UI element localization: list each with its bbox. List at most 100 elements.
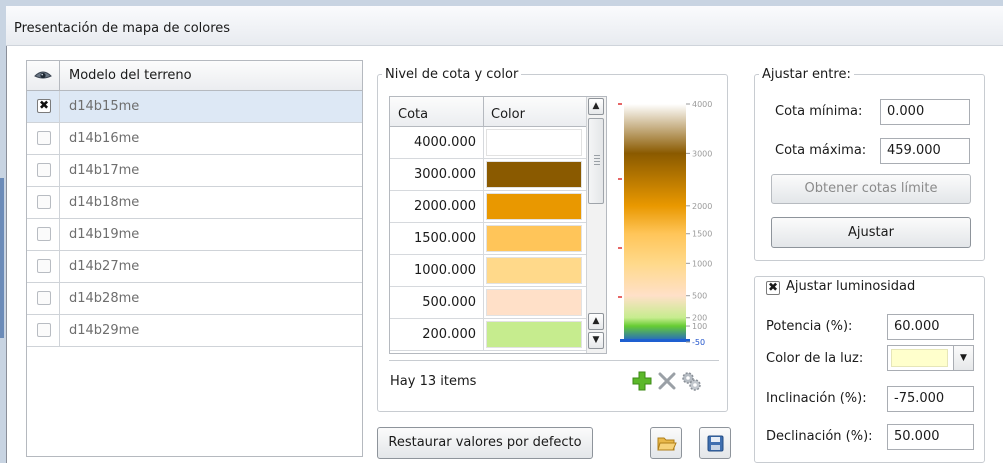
level-row[interactable]: 4000.000 [390,127,586,159]
visibility-checkbox[interactable] [37,227,51,241]
scroll-thumb[interactable] [588,118,604,204]
max-elevation-field[interactable]: 459.000 [880,138,970,164]
level-table-scrollbar[interactable]: ▲ ▲ ▼ [586,97,606,353]
terrain-row[interactable]: d14b29me [27,315,362,347]
visibility-cell [27,251,60,282]
visibility-checkbox[interactable] [37,291,51,305]
color-swatch[interactable] [486,161,582,188]
ramp-tick-label: 3000 [692,149,712,158]
level-row[interactable]: 500.000 [390,287,586,319]
declination-label: Declinación (%): [766,429,873,444]
terrain-name: d14b17me [69,163,140,178]
visibility-checkbox[interactable] [37,163,51,177]
level-table-header: Cota Color [390,97,586,127]
column-divider [483,191,484,222]
visibility-checkbox[interactable] [37,98,51,113]
color-ramp-chart: 40003000200015001000500200100-50 [618,100,712,347]
open-button[interactable] [650,427,682,459]
scroll-page-up-button[interactable]: ▲ [588,313,604,330]
column-divider [483,159,484,190]
item-count-label: Hay 13 items [390,374,477,389]
restore-defaults-button[interactable]: Restaurar valores por defecto [377,427,593,459]
gears-icon[interactable] [680,370,702,392]
visibility-checkbox[interactable] [37,195,51,209]
visibility-column-header[interactable] [27,61,60,90]
cota-value: 4000.000 [413,135,476,150]
color-swatch[interactable] [486,321,582,348]
min-elevation-field[interactable]: 0.000 [880,99,970,125]
terrain-row[interactable]: d14b15me [27,91,362,123]
scroll-grip [594,155,600,167]
level-list-divider [389,360,719,361]
color-swatch[interactable] [486,193,582,220]
ramp-tick-label: -50 [692,338,705,347]
light-color-swatch [891,349,948,367]
left-frame-accent [0,178,4,338]
visibility-cell [27,315,60,346]
color-column-header: Color [491,107,525,122]
delete-x-icon[interactable] [656,370,678,392]
terrain-name: d14b28me [69,291,140,306]
visibility-cell [27,123,60,154]
color-swatch[interactable] [486,225,582,252]
header-divider [483,97,484,126]
ramp-base-band [620,339,690,342]
plus-icon[interactable] [631,370,653,392]
get-limits-button[interactable]: Obtener cotas límite [771,174,971,204]
scroll-up-button[interactable]: ▲ [588,98,604,115]
level-row[interactable]: 200.000 [390,319,586,351]
visibility-cell [27,91,60,122]
terrain-row[interactable]: d14b18me [27,187,362,219]
declination-field[interactable]: 50.000 [887,424,974,450]
folder-open-icon [657,437,677,451]
light-color-dropdown[interactable]: ▼ [887,345,974,371]
min-elevation-label: Cota mínima: [775,104,863,119]
power-field[interactable]: 60.000 [887,314,974,340]
terrain-row[interactable]: d14b16me [27,123,362,155]
scroll-down-button[interactable]: ▼ [588,332,604,349]
save-button[interactable] [699,427,731,459]
elevation-color-ramp: 4000 3000 2000 1500 1000 500 200 100 -50 [616,96,724,352]
adjust-luminosity-checkbox[interactable] [766,280,780,295]
adjust-button[interactable]: Ajustar [771,217,971,248]
visibility-cell [27,155,60,186]
inclination-field[interactable]: -75.000 [887,386,974,412]
max-elevation-label: Cota máxima: [775,143,867,158]
chevron-down-icon[interactable]: ▼ [953,346,973,370]
ramp-gradient-bar [624,104,686,342]
visibility-cell [27,219,60,250]
color-swatch[interactable] [486,257,582,284]
visibility-checkbox[interactable] [37,131,51,145]
title-bar: Presentación de mapa de colores [6,6,1003,46]
color-swatch[interactable] [486,289,582,316]
terrain-list-header: Modelo del terreno [27,61,362,91]
inclination-label: Inclinación (%): [766,391,867,406]
visibility-checkbox[interactable] [37,323,51,337]
level-color-table[interactable]: Cota Color 4000.000 3000.000 2000.000 1500.… [389,96,607,354]
column-divider [483,287,484,318]
level-row[interactable]: 3000.000 [390,159,586,191]
terrain-row[interactable]: d14b19me [27,219,362,251]
ramp-tick-label: 1000 [692,259,712,268]
cota-value: 1500.000 [413,231,476,246]
cota-value: 3000.000 [413,167,476,182]
column-divider [483,223,484,254]
visibility-checkbox[interactable] [37,259,51,273]
terrain-model-list[interactable]: Modelo del terreno d14b15me d14b16me d14b1… [26,60,363,457]
column-divider [483,127,484,158]
terrain-row[interactable]: d14b28me [27,283,362,315]
adjust-range-title: Ajustar entre: [762,67,851,82]
level-row[interactable]: 1000.000 [390,255,586,287]
ramp-tick-label: 100 [692,322,707,331]
level-row[interactable]: 2000.000 [390,191,586,223]
terrain-name: d14b16me [69,131,140,146]
ramp-tick-label: 1500 [692,230,712,239]
terrain-row[interactable]: d14b27me [27,251,362,283]
terrain-name: d14b29me [69,323,140,338]
window-title: Presentación de mapa de colores [14,21,231,36]
level-row[interactable]: 1500.000 [390,223,586,255]
color-swatch[interactable] [486,129,582,156]
ramp-tick-label: 4000 [692,100,712,109]
cota-value: 200.000 [422,327,476,342]
terrain-row[interactable]: d14b17me [27,155,362,187]
